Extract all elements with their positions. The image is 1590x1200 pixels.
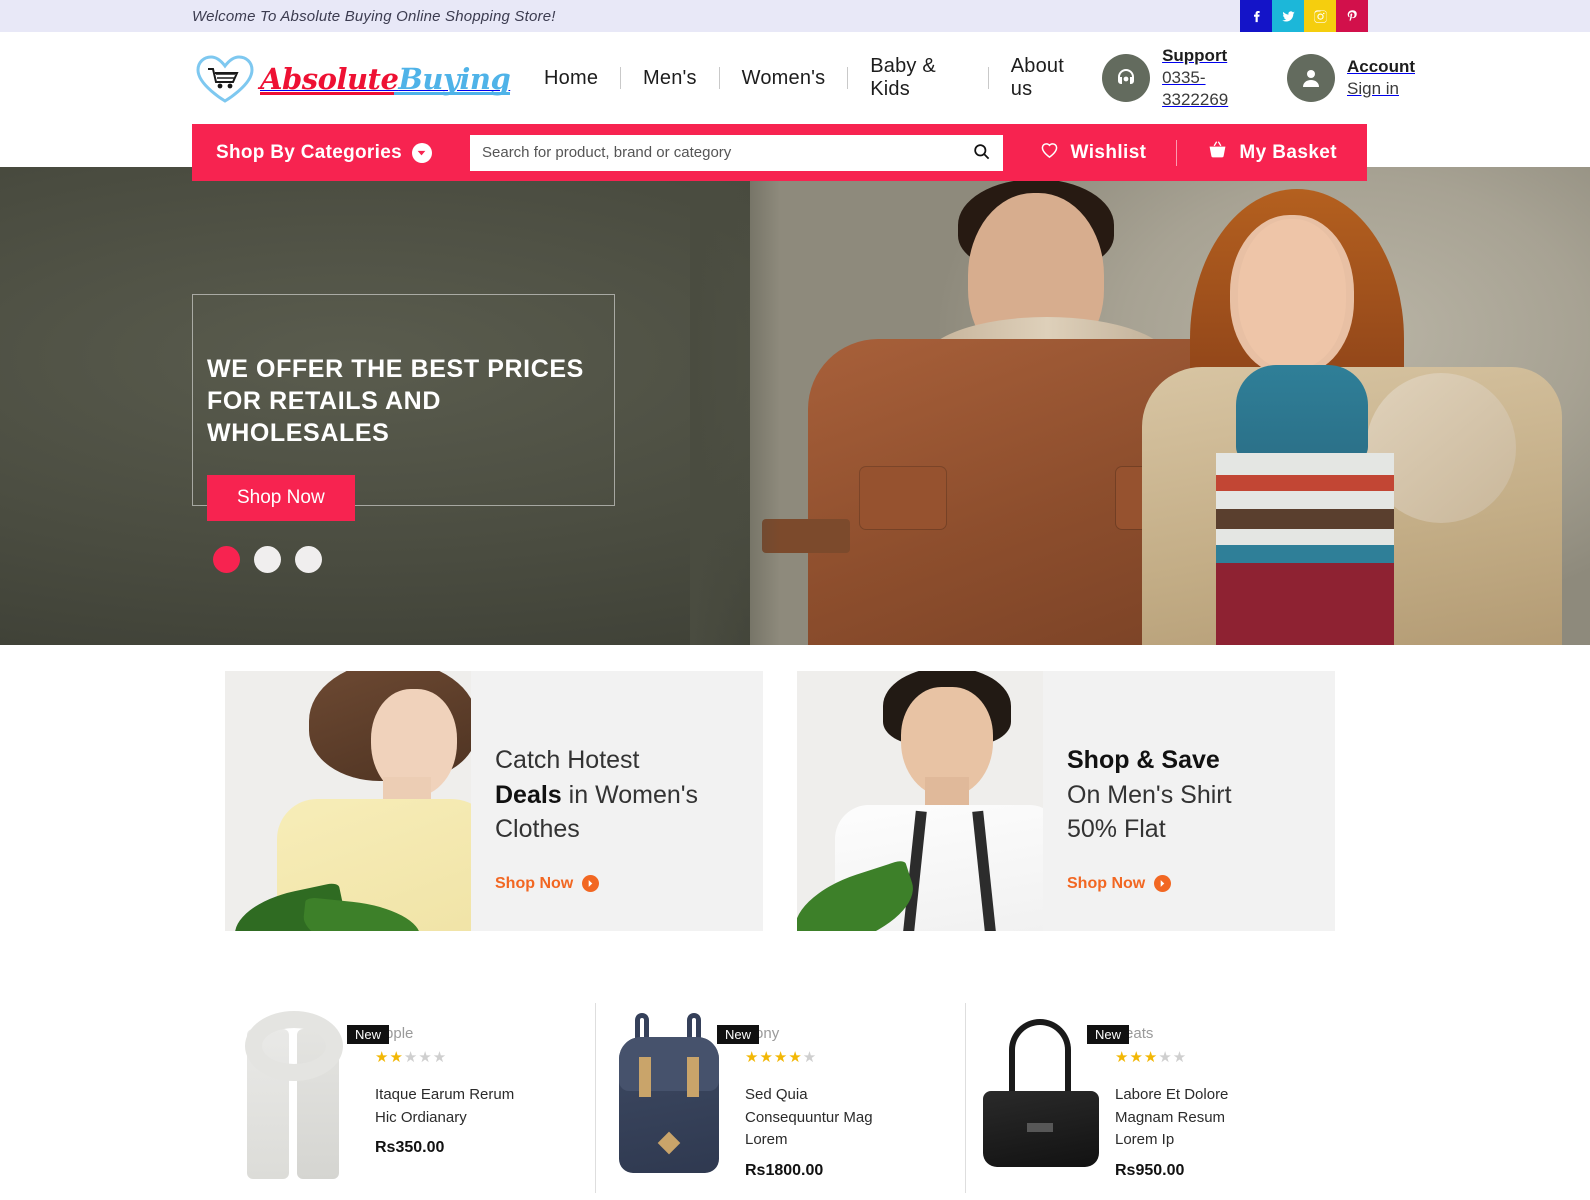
account-block[interactable]: Account Sign in: [1287, 54, 1415, 102]
promo-cards: Catch Hotest Deals in Women's Clothes Sh…: [225, 671, 1335, 931]
basket-label: My Basket: [1239, 141, 1337, 163]
logo-text-primary: Absolute: [260, 61, 399, 96]
product-card[interactable]: New Sony ★★★★★ Sed Quia Consequuntur Mag…: [595, 995, 965, 1195]
shop-by-categories-label: Shop By Categories: [216, 141, 402, 163]
rating-stars: ★★★★★: [1115, 1049, 1188, 1066]
social-links: [1240, 0, 1368, 32]
product-price: Rs950.00: [1115, 1161, 1185, 1179]
main-navigation: Home Men's Women's Baby & Kids About us: [522, 55, 1102, 101]
shop-by-categories-button[interactable]: Shop By Categories: [216, 142, 466, 164]
rating-stars: ★★★★★: [375, 1049, 448, 1066]
promo-line-3: 50% Flat: [1067, 815, 1166, 843]
search-button[interactable]: [959, 134, 1003, 171]
site-logo[interactable]: AbsoluteBuying: [192, 52, 511, 104]
category-search-bar: Shop By Categories Wishlist My Basket: [192, 124, 1367, 181]
product-list: New Apple ★★★★★ Itaque Earum Rerum Hic O…: [225, 995, 1335, 1195]
basket-icon: [1207, 140, 1228, 166]
chevron-down-icon: [411, 142, 432, 163]
product-card[interactable]: New Apple ★★★★★ Itaque Earum Rerum Hic O…: [225, 995, 595, 1195]
product-brand: Beats: [1115, 1025, 1154, 1042]
promo-shop-now-label: Shop Now: [495, 874, 574, 892]
hero-shop-now-button[interactable]: Shop Now: [207, 475, 355, 521]
promo-line-2: in Women's: [561, 780, 699, 809]
support-phone: 0335-3322269: [1162, 68, 1229, 109]
header-actions: Support 0335-3322269 Account Sign in: [1102, 45, 1415, 111]
rating-stars: ★★★★★: [745, 1049, 818, 1066]
carousel-dot-3[interactable]: [295, 546, 322, 573]
product-price: Rs350.00: [375, 1139, 445, 1156]
instagram-icon[interactable]: [1304, 0, 1336, 32]
site-header: AbsoluteBuying Home Men's Women's Baby &…: [0, 32, 1590, 124]
promo-shop-now-link[interactable]: Shop Now: [495, 875, 763, 893]
announcement-bar: Welcome To Absolute Buying Online Shoppi…: [0, 0, 1590, 32]
product-brand: Sony: [745, 1025, 780, 1042]
basket-button[interactable]: My Basket: [1177, 140, 1367, 166]
support-block[interactable]: Support 0335-3322269: [1102, 45, 1257, 111]
promo-image-woman-sweater: [225, 671, 471, 931]
product-price: Rs1800.00: [745, 1161, 824, 1179]
promo-shop-now-link[interactable]: Shop Now: [1067, 875, 1335, 893]
hero-headline: WE OFFER THE BEST PRICES FOR RETAILS AND…: [207, 355, 584, 447]
promo-headline: Shop & Save On Men's Shirt 50% Flat: [1067, 743, 1307, 847]
product-brand: Apple: [375, 1025, 414, 1042]
logo-text-secondary: Buying: [398, 61, 511, 96]
promo-shop-now-label: Shop Now: [1067, 874, 1146, 892]
arrow-right-icon: [582, 875, 600, 892]
redbar-actions: Wishlist My Basket: [1009, 139, 1367, 166]
search-input[interactable]: [470, 134, 959, 171]
status-badge: New: [717, 1025, 760, 1044]
arrow-right-icon: [1154, 875, 1172, 892]
nav-item-home[interactable]: Home: [522, 67, 620, 90]
headset-icon: [1102, 54, 1151, 102]
carousel-dot-2[interactable]: [254, 546, 281, 573]
welcome-message: Welcome To Absolute Buying Online Shoppi…: [192, 7, 556, 25]
status-badge: New: [347, 1025, 390, 1044]
promo-card-mens[interactable]: Shop & Save On Men's Shirt 50% Flat Shop…: [797, 671, 1335, 931]
product-card[interactable]: New Beats ★★★★★ Labore Et Dolore Magnam …: [965, 995, 1335, 1195]
twitter-icon[interactable]: [1272, 0, 1304, 32]
heart-icon: [1039, 140, 1060, 166]
promo-bold-word: Deals: [495, 780, 562, 809]
wishlist-label: Wishlist: [1070, 141, 1147, 163]
search-box: [470, 134, 1003, 171]
product-name[interactable]: Sed Quia Consequuntur Mag Lorem: [745, 1084, 901, 1152]
carousel-dots: [213, 546, 322, 573]
promo-image-man-shirt: [797, 671, 1043, 931]
user-icon: [1287, 54, 1335, 102]
promo-line-1: Catch Hotest: [495, 746, 640, 774]
sign-in-link[interactable]: Sign in: [1347, 79, 1399, 98]
logo-underline: [260, 91, 511, 95]
status-badge: New: [1087, 1025, 1130, 1044]
promo-headline: Catch Hotest Deals in Women's Clothes: [495, 743, 735, 847]
nav-item-womens[interactable]: Women's: [720, 67, 848, 90]
wishlist-button[interactable]: Wishlist: [1009, 140, 1177, 166]
search-icon: [972, 142, 991, 164]
product-name[interactable]: Itaque Earum Rerum Hic Ordianary: [375, 1084, 531, 1129]
promo-card-womens[interactable]: Catch Hotest Deals in Women's Clothes Sh…: [225, 671, 763, 931]
promo-line-2: On Men's Shirt: [1067, 780, 1232, 809]
cart-heart-logo-icon: [192, 52, 258, 104]
account-label: Account: [1347, 57, 1415, 76]
nav-item-about-us[interactable]: About us: [989, 55, 1102, 101]
support-label: Support: [1162, 46, 1228, 65]
product-name[interactable]: Labore Et Dolore Magnam Resum Lorem Ip: [1115, 1084, 1271, 1152]
nav-item-baby-kids[interactable]: Baby & Kids: [848, 55, 988, 101]
promo-line-3: Clothes: [495, 815, 580, 843]
hero-text-box: WE OFFER THE BEST PRICES FOR RETAILS AND…: [192, 294, 615, 521]
facebook-icon[interactable]: [1240, 0, 1272, 32]
promo-bold-word: Shop & Save: [1067, 746, 1220, 774]
carousel-dot-1[interactable]: [213, 546, 240, 573]
pinterest-icon[interactable]: [1336, 0, 1368, 32]
nav-item-mens[interactable]: Men's: [621, 67, 719, 90]
hero-carousel: WE OFFER THE BEST PRICES FOR RETAILS AND…: [0, 167, 1590, 645]
